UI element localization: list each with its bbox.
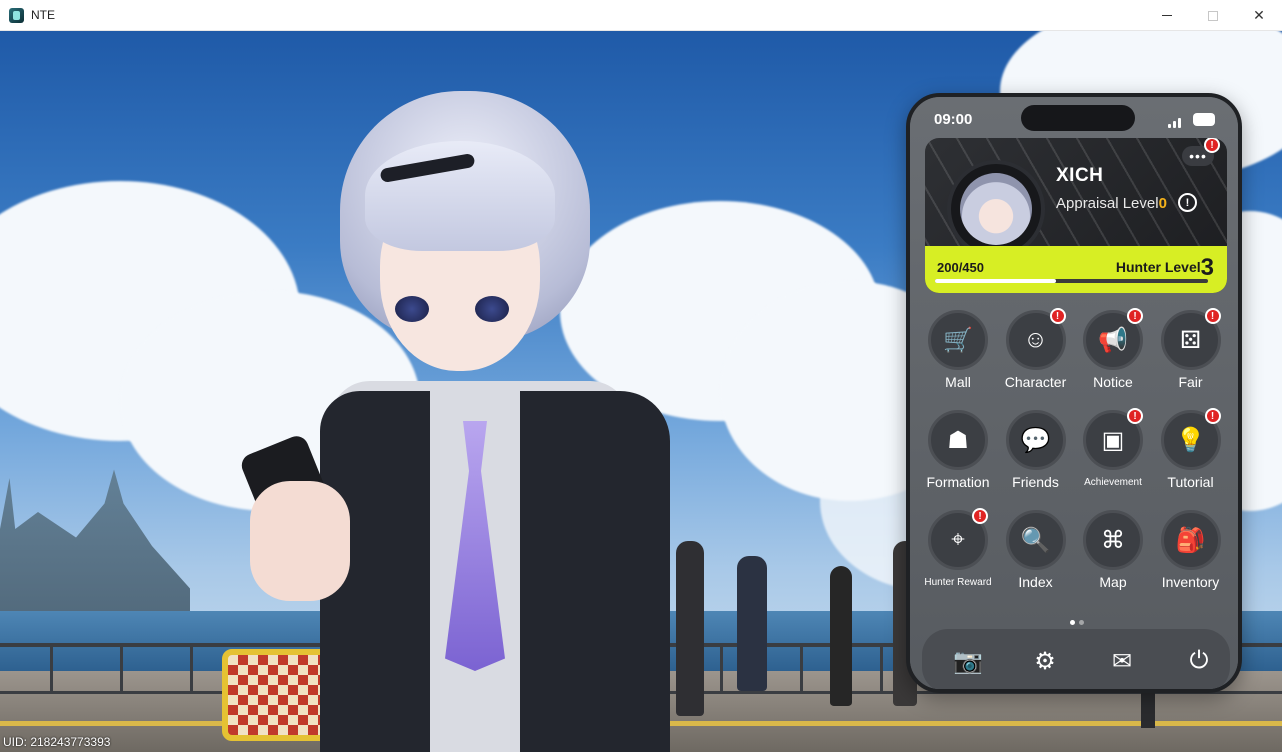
app-label: Tutorial [1167,474,1214,490]
alert-badge: ! [1049,308,1066,324]
app-notice[interactable]: 📢 Notice! [1073,308,1153,400]
maximize-icon [1208,10,1218,21]
chat-icon: 💬 [1005,410,1066,470]
alert-badge: ! [1204,308,1221,324]
battery-icon [1193,113,1215,126]
alert-badge: ! [1127,308,1143,324]
hunter-level: Hunter Level3 [1116,254,1214,282]
railing-post [720,643,723,693]
app-inventory[interactable]: 🎒 Inventory [1151,510,1231,600]
cart-icon: 🛒 [928,310,988,370]
railing-post [120,643,123,693]
uid-label: UID: 218243773393 [3,735,111,749]
backpack-icon: 🎒 [1160,510,1221,570]
power-button[interactable]: ⏻ [1181,643,1217,679]
close-icon: ✕ [1253,7,1265,23]
alert-badge: ! [1204,408,1221,424]
character-eye-left [395,296,429,322]
hunter-level-bar: 200/450 Hunter Level3 [925,246,1227,293]
mail-icon: ✉ [1111,647,1133,675]
app-mall[interactable]: 🛒 Mall [918,310,998,400]
appraisal-value: 0 [1158,195,1167,212]
xp-text: 200/450 [937,260,984,275]
app-tutorial[interactable]: 💡 Tutorial! [1151,408,1231,500]
app-icon [9,8,24,23]
minimize-icon [1162,15,1172,16]
camera-button[interactable]: 📷 [950,643,986,679]
phone-stand [1141,690,1155,728]
camera-icon: 📷 [953,647,983,675]
window-titlebar: NTE ✕ [0,0,1282,31]
phone-menu: 09:00 XICH Appraisal Level0 ! ••• ! 200/… [906,93,1242,693]
character-jacket-right [520,391,670,752]
app-hunter-reward[interactable]: ⌖ Hunter Reward! [918,508,998,600]
app-grid: 🛒 Mall ☺ Character! 📢 Notice! ⚄ Fair! ☗ Formation… [918,308,1238,610]
map-icon: ⌘ [1083,510,1143,570]
app-label: Inventory [1161,574,1220,590]
phone-time: 09:00 [934,111,973,128]
xp-progress-fill [935,279,1057,283]
app-achievement[interactable]: ▣ Achievement! [1073,408,1153,500]
player-name: XICH [1056,165,1104,186]
gear-icon: ⚙ [1034,647,1056,675]
hunter-level-value: 3 [1200,254,1214,281]
app-index[interactable]: 🔍 Index [996,510,1076,600]
app-character[interactable]: ☺ Character! [996,308,1076,400]
avatar [960,173,1032,245]
alert-badge: ! [972,508,988,524]
npc[interactable] [676,541,704,716]
railing-post [50,643,53,693]
distant-castle [0,469,190,631]
power-icon: ⏻ [1189,647,1209,674]
railing-post [880,643,883,693]
app-formation[interactable]: ☗ Formation [918,410,998,500]
avatar-frame[interactable] [947,160,1045,258]
close-button[interactable]: ✕ [1236,0,1282,31]
appraisal-level: Appraisal Level0 [1056,195,1167,212]
formation-icon: ☗ [928,410,988,470]
index-icon: 🔍 [1005,510,1066,570]
character-eye-right [475,296,509,322]
info-icon[interactable]: ! [1178,193,1197,212]
app-map[interactable]: ⌘ Map [1073,510,1153,600]
app-fair[interactable]: ⚄ Fair! [1151,308,1231,400]
window-title: NTE [31,8,55,22]
npc[interactable] [830,566,852,706]
minimize-button[interactable] [1144,0,1190,31]
signal-icon [1168,116,1186,128]
alert-badge: ! [1127,408,1143,424]
app-friends[interactable]: 💬 Friends [996,410,1076,500]
xp-progress-track [935,279,1208,283]
hunter-level-label: Hunter Level [1115,259,1201,275]
player-character[interactable] [230,91,670,752]
gear-button[interactable]: ⚙ [1027,643,1063,679]
profile-card[interactable]: XICH Appraisal Level0 ! ••• ! 200/450 Hu… [925,138,1227,293]
ellipsis-icon: ••• [1189,148,1207,164]
app-label: Fair [1178,374,1203,390]
mail-button[interactable]: ✉ [1104,643,1140,679]
npc[interactable] [737,556,767,691]
page-dot [1070,620,1075,625]
character-hand [250,481,350,601]
page-dot [1079,620,1084,625]
railing-post [190,643,193,693]
page-indicator [1070,612,1088,630]
phone-notch [1021,105,1135,131]
maximize-button[interactable] [1190,0,1236,31]
appraisal-label: Appraisal Level [1056,195,1159,212]
railing-post [800,643,803,693]
phone-dock: 📷 ⚙ ✉ ⏻ [922,629,1230,689]
